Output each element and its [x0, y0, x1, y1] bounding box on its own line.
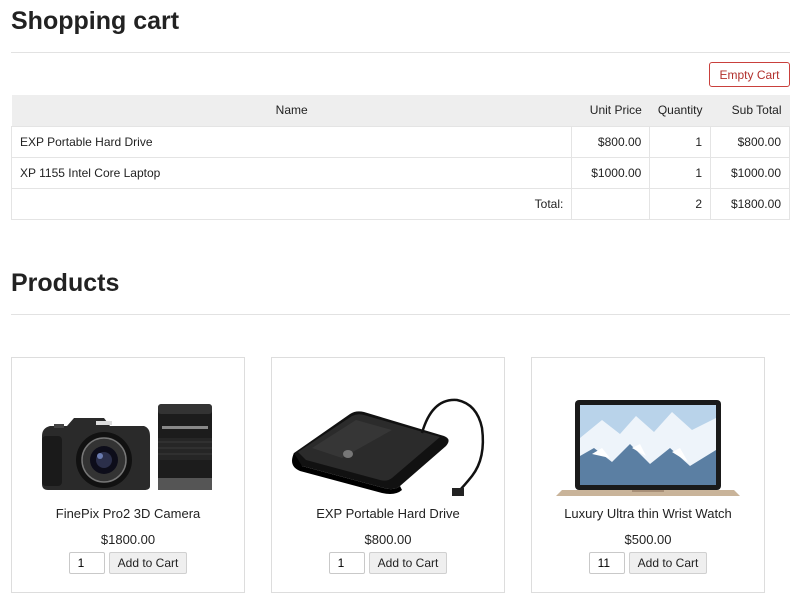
quantity-input[interactable]: [329, 552, 365, 574]
item-sub-total: $1000.00: [711, 157, 790, 188]
cart-heading: Shopping cart: [11, 9, 179, 34]
product-price: $800.00: [272, 532, 504, 547]
total-label: Total:: [12, 188, 572, 219]
table-row: XP 1155 Intel Core Laptop $1000.00 1 $10…: [12, 157, 790, 188]
column-header-quantity: Quantity: [650, 95, 711, 126]
cart-header-row: Name Unit Price Quantity Sub Total: [12, 95, 790, 126]
add-to-cart-button[interactable]: Add to Cart: [629, 552, 708, 574]
item-name: EXP Portable Hard Drive: [12, 126, 572, 157]
product-name: FinePix Pro2 3D Camera: [12, 506, 244, 521]
quantity-input[interactable]: [69, 552, 105, 574]
total-sub-total: $1800.00: [711, 188, 790, 219]
total-row: Total: 2 $1800.00: [12, 188, 790, 219]
add-to-cart-row: Add to Cart: [272, 552, 504, 574]
item-unit-price: $1000.00: [572, 157, 650, 188]
column-header-unit-price: Unit Price: [572, 95, 650, 126]
column-header-name: Name: [12, 95, 572, 126]
product-card: EXP Portable Hard Drive $800.00 Add to C…: [271, 357, 505, 593]
divider: [11, 314, 790, 315]
camera-image: [12, 378, 244, 496]
product-card: Luxury Ultra thin Wrist Watch $500.00 Ad…: [531, 357, 765, 593]
products-heading: Products: [11, 271, 119, 296]
empty-cart-button[interactable]: Empty Cart: [709, 62, 790, 87]
add-to-cart-row: Add to Cart: [532, 552, 764, 574]
laptop-image: [532, 378, 764, 496]
item-quantity: 1: [650, 157, 711, 188]
product-price: $500.00: [532, 532, 764, 547]
item-name: XP 1155 Intel Core Laptop: [12, 157, 572, 188]
add-to-cart-button[interactable]: Add to Cart: [369, 552, 448, 574]
add-to-cart-row: Add to Cart: [12, 552, 244, 574]
column-header-sub-total: Sub Total: [711, 95, 790, 126]
table-row: EXP Portable Hard Drive $800.00 1 $800.0…: [12, 126, 790, 157]
hard-drive-image: [272, 378, 504, 496]
product-name: Luxury Ultra thin Wrist Watch: [532, 506, 764, 521]
item-quantity: 1: [650, 126, 711, 157]
add-to-cart-button[interactable]: Add to Cart: [109, 552, 188, 574]
total-unit-price-empty: [572, 188, 650, 219]
product-price: $1800.00: [12, 532, 244, 547]
product-card: FinePix Pro2 3D Camera $1800.00 Add to C…: [11, 357, 245, 593]
product-name: EXP Portable Hard Drive: [272, 506, 504, 521]
item-sub-total: $800.00: [711, 126, 790, 157]
quantity-input[interactable]: [589, 552, 625, 574]
cart-table: Name Unit Price Quantity Sub Total EXP P…: [11, 95, 790, 220]
total-quantity: 2: [650, 188, 711, 219]
divider: [11, 52, 790, 53]
item-unit-price: $800.00: [572, 126, 650, 157]
